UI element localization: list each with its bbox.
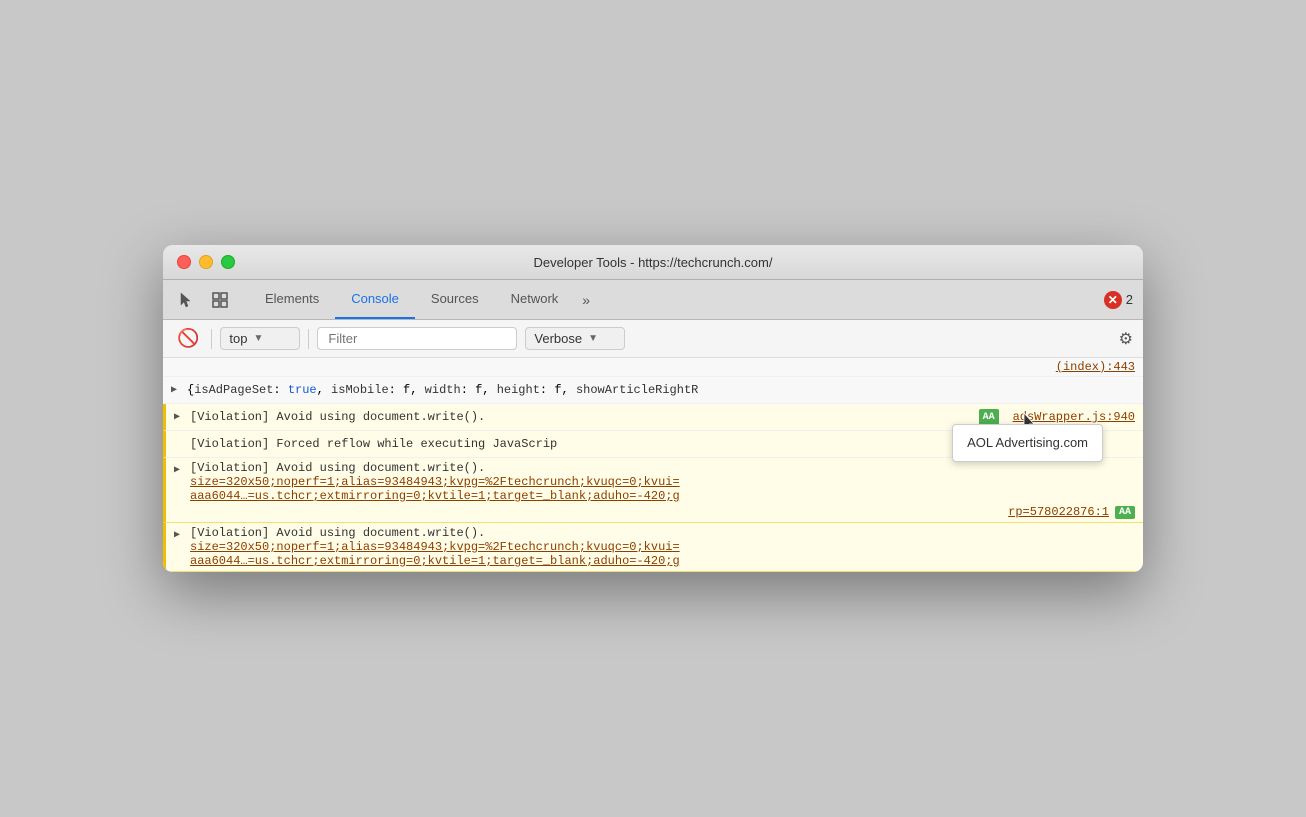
context-arrow: ▼ [254,333,264,344]
console-row-object: ▶ {isAdPageSet: true, isMobile: f, width… [163,377,1143,404]
title-bar: Developer Tools - https://techcrunch.com… [163,245,1143,280]
console-index-row: (index):443 [163,358,1143,377]
tab-console[interactable]: Console [335,280,415,319]
violation1-text: [Violation] Avoid using document.write()… [190,410,485,424]
tab-elements[interactable]: Elements [249,280,335,319]
console-row-violation2: ▶ [Violation] Avoid using document.write… [163,458,1143,523]
index-reference[interactable]: (index):443 [1056,360,1135,374]
violation3-link1[interactable]: size=320x50;noperf=1;alias=93484943;kvpg… [190,540,1135,554]
aa-badge-1[interactable]: AA [979,409,999,426]
inspect-icon[interactable] [207,287,233,313]
violation3-text: [Violation] Avoid using document.write()… [190,526,485,540]
maximize-button[interactable] [221,255,235,269]
console-area: (index):443 ▶ {isAdPageSet: true, isMobi… [163,358,1143,572]
expand-arrow-3[interactable]: ▶ [174,464,180,476]
violation2-link1[interactable]: size=320x50;noperf=1;alias=93484943;kvpg… [190,475,1135,489]
verbose-arrow: ▼ [588,333,598,344]
tab-bar: Elements Console Sources Network » ✕ 2 [163,280,1143,320]
violation1-content: [Violation] Avoid using document.write()… [190,408,979,426]
violation2-link2[interactable]: aaa6044…=us.tchcr;extmirroring=0;kvtile=… [190,489,1135,503]
console-object-text: {isAdPageSet: true, isMobile: f, width: … [187,383,698,397]
tab-sources[interactable]: Sources [415,280,495,319]
aa-tooltip: AOL Advertising.com [952,424,1103,462]
close-button[interactable] [177,255,191,269]
aa-badge-2[interactable]: AA [1115,506,1135,519]
reflow-text: [Violation] Forced reflow while executin… [190,437,557,451]
settings-button[interactable]: ⚙ [1119,329,1133,349]
violation2-text: [Violation] Avoid using document.write()… [190,461,485,475]
expand-arrow[interactable]: ▶ [171,383,177,398]
cursor-icon[interactable] [173,287,199,313]
error-icon: ✕ [1104,291,1122,309]
tabs: Elements Console Sources Network » [249,280,1104,319]
console-row-violation3: ▶ [Violation] Avoid using document.write… [163,523,1143,572]
tab-bar-right: ✕ 2 [1104,291,1133,309]
minimize-button[interactable] [199,255,213,269]
context-selector[interactable]: top ▼ [220,327,300,350]
error-count: 2 [1126,292,1133,307]
console-toolbar: 🚫 top ▼ Verbose ▼ ⚙ [163,320,1143,358]
window-title: Developer Tools - https://techcrunch.com… [534,255,773,270]
tab-network[interactable]: Network [495,280,575,319]
traffic-lights [177,255,235,269]
clear-console-button[interactable]: 🚫 [173,326,203,351]
violation3-link2[interactable]: aaa6044…=us.tchcr;extmirroring=0;kvtile=… [190,554,1135,568]
tab-bar-icons [173,287,233,313]
expand-arrow-2[interactable]: ▶ [174,410,180,425]
separator [211,329,212,349]
violation2-source-ref[interactable]: rp=578022876:1 [1008,505,1109,519]
error-badge: ✕ 2 [1104,291,1133,309]
console-row-violation1: ▶ [Violation] Avoid using document.write… [163,404,1143,431]
verbose-selector[interactable]: Verbose ▼ [525,327,625,350]
more-tabs-button[interactable]: » [574,280,598,319]
separator2 [308,329,309,349]
console-row-content: {isAdPageSet: true, isMobile: f, width: … [187,381,1135,399]
expand-arrow-4[interactable]: ▶ [174,529,180,541]
filter-input[interactable] [317,327,517,350]
devtools-window: Developer Tools - https://techcrunch.com… [163,245,1143,572]
